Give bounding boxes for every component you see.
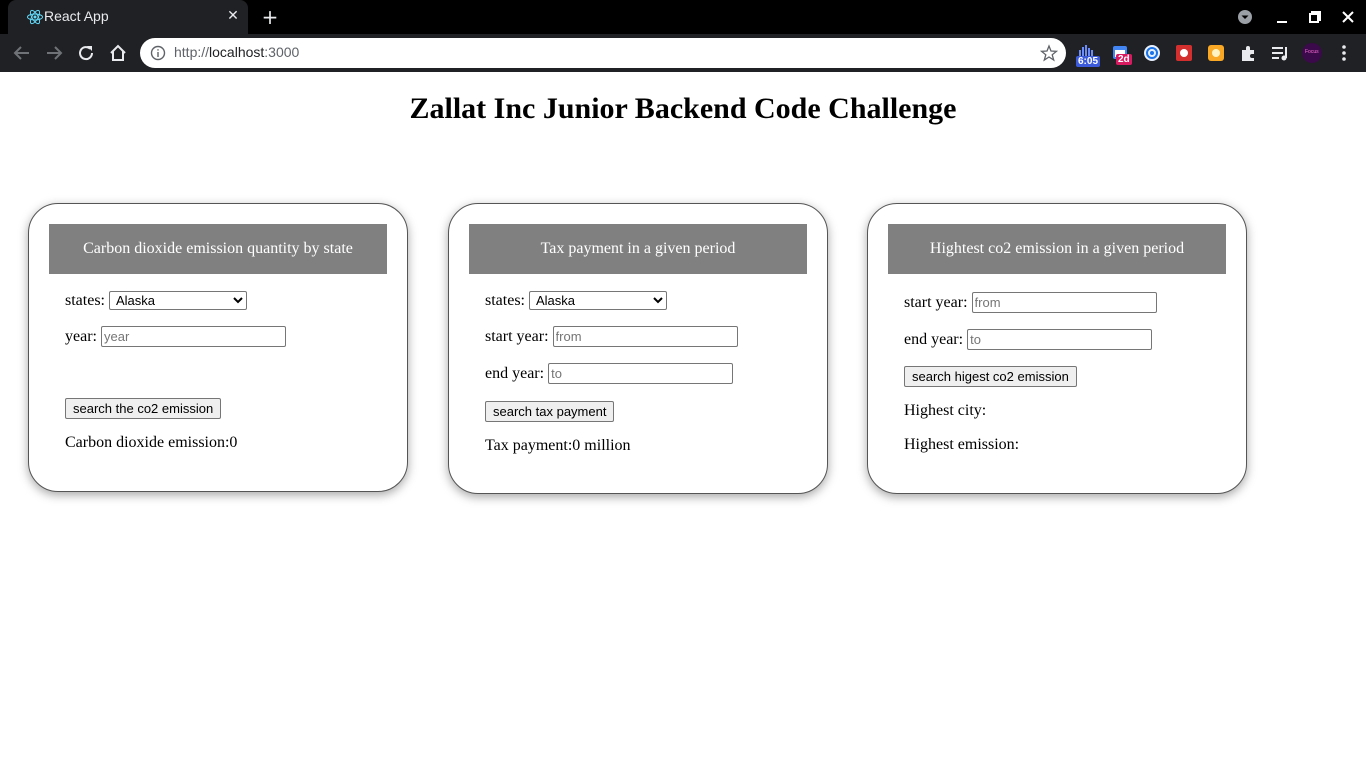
new-tab-icon[interactable]: +: [259, 6, 281, 28]
extensions-puzzle-icon[interactable]: [1238, 42, 1260, 64]
tax-payment-card: Tax payment in a given period states: Al…: [448, 203, 828, 494]
highest-co2-card: Hightest co2 emission in a given period …: [867, 203, 1247, 494]
co2-year-label: year:: [65, 327, 97, 345]
tax-card-heading: Tax payment in a given period: [469, 224, 807, 274]
calendar-badge: 2d: [1116, 54, 1132, 65]
highest-start-year-input[interactable]: [971, 292, 1157, 313]
tax-start-year-input[interactable]: [552, 326, 738, 347]
focus-label: Focus: [1305, 49, 1319, 55]
react-icon: [26, 8, 44, 26]
search-co2-button[interactable]: search the co2 emission: [65, 398, 222, 419]
calendar-extension-icon[interactable]: 2d: [1110, 42, 1132, 65]
browser-tab[interactable]: React App ✕: [8, 0, 248, 34]
clock-badge: 6:05: [1076, 56, 1101, 67]
tab-search-icon[interactable]: [1234, 6, 1256, 28]
highest-start-year-label: start year:: [904, 293, 968, 311]
browser-titlebar: React App ✕ +: [0, 0, 1366, 34]
profile-avatar[interactable]: Focus: [1301, 42, 1323, 64]
co2-states-label: states:: [65, 291, 105, 309]
browser-toolbar: http://localhost:3000 6:05 2d Focus: [0, 34, 1366, 72]
tab-title: React App: [44, 8, 109, 24]
back-icon[interactable]: [11, 42, 33, 64]
home-icon[interactable]: [107, 42, 129, 64]
co2-states-row: states: Alaska: [65, 291, 247, 310]
restore-icon[interactable]: [1304, 6, 1326, 28]
url-text: http://localhost:3000: [174, 44, 300, 60]
tax-result-text: Tax payment:0 million: [485, 437, 631, 454]
co2-result-text: Carbon dioxide emission:0: [65, 434, 238, 451]
tax-states-label: states:: [485, 291, 525, 309]
tax-end-year-row: end year:: [485, 363, 734, 384]
tax-start-year-row: start year:: [485, 326, 738, 347]
media-queue-icon[interactable]: [1270, 42, 1292, 64]
search-tax-button[interactable]: search tax payment: [485, 401, 615, 422]
forward-icon[interactable]: [43, 42, 65, 64]
co2-year-row: year:: [65, 326, 286, 347]
co2-states-select[interactable]: Alaska: [109, 291, 247, 310]
minimize-icon[interactable]: [1271, 6, 1293, 28]
site-info-icon[interactable]: [150, 45, 166, 61]
highest-end-year-input[interactable]: [967, 329, 1153, 350]
highest-card-heading: Hightest co2 emission in a given period: [888, 224, 1226, 274]
highest-end-year-label: end year:: [904, 330, 964, 348]
highest-city-text: Highest city:: [904, 402, 987, 419]
highest-end-year-row: end year:: [904, 329, 1153, 350]
highest-start-year-row: start year:: [904, 292, 1157, 313]
co2-year-input[interactable]: [100, 326, 286, 347]
puzzle-red-extension-icon[interactable]: [1174, 42, 1196, 64]
co2-emission-card: Carbon dioxide emission quantity by stat…: [28, 203, 408, 492]
orange-extension-icon[interactable]: [1206, 42, 1228, 64]
address-bar[interactable]: http://localhost:3000: [140, 38, 1066, 68]
bookmark-star-icon[interactable]: [1039, 44, 1059, 62]
search-highest-co2-button[interactable]: search higest co2 emission: [904, 366, 1077, 387]
page-content: Zallat Inc Junior Backend Code Challenge…: [0, 72, 1366, 768]
co2-card-heading: Carbon dioxide emission quantity by stat…: [49, 224, 387, 274]
tax-states-row: states: Alaska: [485, 291, 667, 310]
close-tab-icon[interactable]: ✕: [224, 7, 242, 25]
close-window-icon[interactable]: [1337, 6, 1359, 28]
highest-emission-text: Highest emission:: [904, 436, 1020, 453]
tax-start-year-label: start year:: [485, 327, 549, 345]
page-title: Zallat Inc Junior Backend Code Challenge: [409, 92, 957, 125]
reload-icon[interactable]: [75, 42, 97, 64]
tax-states-select[interactable]: Alaska: [529, 291, 667, 310]
tax-end-year-input[interactable]: [548, 363, 734, 384]
clock-extension-icon[interactable]: 6:05: [1076, 42, 1101, 67]
target-extension-icon[interactable]: [1142, 42, 1164, 64]
menu-kebab-icon[interactable]: [1333, 42, 1355, 64]
tax-end-year-label: end year:: [485, 364, 545, 382]
